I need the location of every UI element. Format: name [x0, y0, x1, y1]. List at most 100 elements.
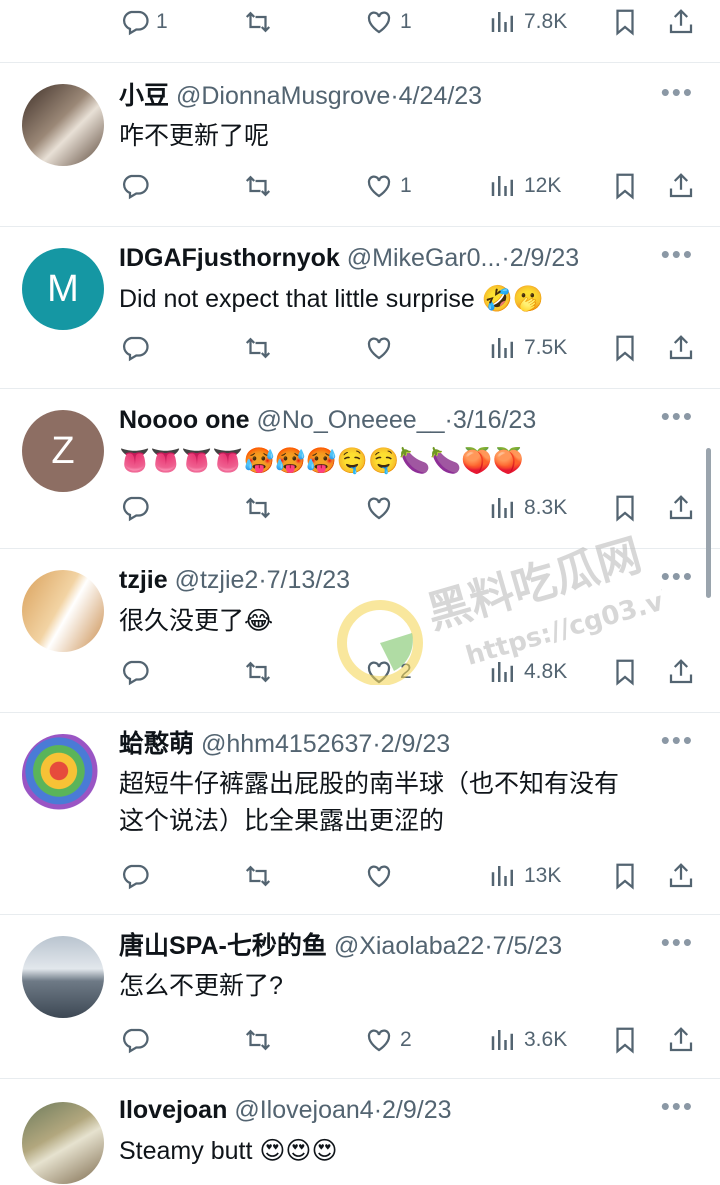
date[interactable]: 2/9/23 — [382, 1096, 452, 1124]
date[interactable]: 7/13/23 — [267, 566, 350, 594]
retweet-icon — [245, 1029, 271, 1051]
date[interactable]: 3/16/23 — [453, 406, 536, 434]
share-icon — [669, 9, 693, 34]
scrollbar[interactable] — [706, 448, 711, 598]
more-options-icon[interactable]: ••• — [661, 727, 694, 753]
share-button[interactable] — [666, 654, 696, 690]
date[interactable]: 4/24/23 — [399, 82, 482, 110]
avatar[interactable]: Z — [22, 410, 104, 492]
avatar[interactable] — [22, 84, 104, 166]
avatar[interactable] — [22, 1102, 104, 1184]
retweet-button[interactable] — [243, 330, 273, 366]
more-options-icon[interactable]: ••• — [661, 241, 694, 267]
tweet-text: 超短牛仔裤露出屁股的南半球（也不知有没有 这个说法）比全果露出更涩的 — [119, 766, 680, 840]
views-button[interactable]: 8.3K — [488, 490, 567, 526]
reply-button[interactable] — [120, 490, 150, 526]
reply-button[interactable] — [120, 168, 150, 204]
handle[interactable]: @Xiaolaba22 — [334, 932, 485, 960]
avatar[interactable]: M — [22, 248, 104, 330]
bookmark-icon — [616, 863, 634, 890]
views-button[interactable]: 3.6K — [488, 1022, 567, 1058]
tweet-text-content: Did not expect that little surprise — [119, 285, 475, 313]
share-button[interactable] — [666, 330, 696, 366]
avatar[interactable] — [22, 936, 104, 1018]
tweet-header: 小豆 @DionnaMusgrove·4/24/23 — [119, 80, 640, 112]
reply-button[interactable] — [120, 858, 150, 894]
share-button[interactable] — [666, 490, 696, 526]
share-button[interactable] — [666, 858, 696, 894]
retweet-button[interactable] — [243, 654, 273, 690]
reply-icon — [123, 174, 149, 200]
more-options-icon[interactable]: ••• — [661, 79, 694, 105]
retweet-button[interactable] — [243, 858, 273, 894]
views-button[interactable]: 7.8K — [488, 4, 567, 40]
views-icon — [491, 866, 513, 886]
reply-button[interactable] — [120, 330, 150, 366]
more-options-icon[interactable]: ••• — [661, 403, 694, 429]
divider — [0, 62, 720, 63]
share-button[interactable] — [666, 4, 696, 40]
divider — [0, 712, 720, 713]
like-button[interactable]: 2 — [364, 654, 412, 690]
retweet-button[interactable] — [243, 1022, 273, 1058]
share-button[interactable] — [666, 168, 696, 204]
views-button[interactable]: 4.8K — [488, 654, 567, 690]
reply-button[interactable] — [120, 654, 150, 690]
handle[interactable]: @No_Oneeee__ — [256, 406, 444, 434]
more-options-icon[interactable]: ••• — [661, 929, 694, 955]
avatar[interactable] — [22, 570, 104, 652]
views-button[interactable]: 12K — [488, 168, 561, 204]
view-count: 4.8K — [524, 660, 568, 683]
views-icon — [491, 1030, 513, 1050]
retweet-button[interactable] — [243, 490, 273, 526]
like-button[interactable]: 2 — [364, 1022, 412, 1058]
heart-icon — [367, 865, 391, 888]
like-button[interactable] — [364, 330, 394, 366]
heart-icon — [367, 1029, 391, 1052]
tweet-text: Did not expect that little surprise 🤣🫢 — [119, 280, 680, 318]
display-name[interactable]: Ilovejoan — [119, 1096, 227, 1124]
date[interactable]: 7/5/23 — [493, 932, 563, 960]
bookmark-button[interactable] — [610, 654, 640, 690]
divider — [0, 226, 720, 227]
handle[interactable]: @Ilovejoan4 — [234, 1096, 373, 1124]
like-button[interactable] — [364, 490, 394, 526]
reply-button[interactable]: 1 — [120, 4, 168, 40]
retweet-icon — [245, 865, 271, 887]
bookmark-button[interactable] — [610, 1022, 640, 1058]
divider — [0, 548, 720, 549]
bookmark-button[interactable] — [610, 330, 640, 366]
views-button[interactable]: 13K — [488, 858, 561, 894]
share-button[interactable] — [666, 1022, 696, 1058]
display-name[interactable]: tzjie — [119, 566, 168, 594]
date[interactable]: 2/9/23 — [510, 244, 580, 272]
more-options-icon[interactable]: ••• — [661, 1093, 694, 1119]
display-name[interactable]: 小豆 — [119, 82, 169, 110]
tweet-header: IDGAFjusthornyok @MikeGar0...·2/9/23 — [119, 242, 640, 274]
bookmark-button[interactable] — [610, 490, 640, 526]
views-button[interactable]: 7.5K — [488, 330, 567, 366]
bookmark-button[interactable] — [610, 4, 640, 40]
display-name[interactable]: IDGAFjusthornyok — [119, 244, 340, 272]
retweet-button[interactable] — [243, 4, 273, 40]
reply-button[interactable] — [120, 1022, 150, 1058]
display-name[interactable]: 唐山SPA-七秒的鱼 — [119, 932, 327, 960]
handle[interactable]: @MikeGar0... — [347, 244, 502, 272]
handle[interactable]: @tzjie2 — [175, 566, 259, 594]
like-button[interactable]: 1 — [364, 168, 412, 204]
handle[interactable]: @hhm4152637 — [201, 730, 372, 758]
like-count: 2 — [400, 660, 412, 683]
tweet-actions: 2 4.8K — [0, 654, 720, 690]
tweet[interactable]: Ilovejoan @Ilovejoan4·2/9/23 ••• Steamy … — [0, 1078, 720, 1185]
handle[interactable]: @DionnaMusgrove — [176, 82, 390, 110]
date[interactable]: 2/9/23 — [381, 730, 451, 758]
display-name[interactable]: Noooo one — [119, 406, 250, 434]
display-name[interactable]: 蛤憨萌 — [119, 730, 194, 758]
bookmark-button[interactable] — [610, 168, 640, 204]
bookmark-button[interactable] — [610, 858, 640, 894]
like-button[interactable]: 1 — [364, 4, 412, 40]
avatar[interactable] — [22, 734, 104, 816]
like-button[interactable] — [364, 858, 394, 894]
more-options-icon[interactable]: ••• — [661, 563, 694, 589]
retweet-button[interactable] — [243, 168, 273, 204]
